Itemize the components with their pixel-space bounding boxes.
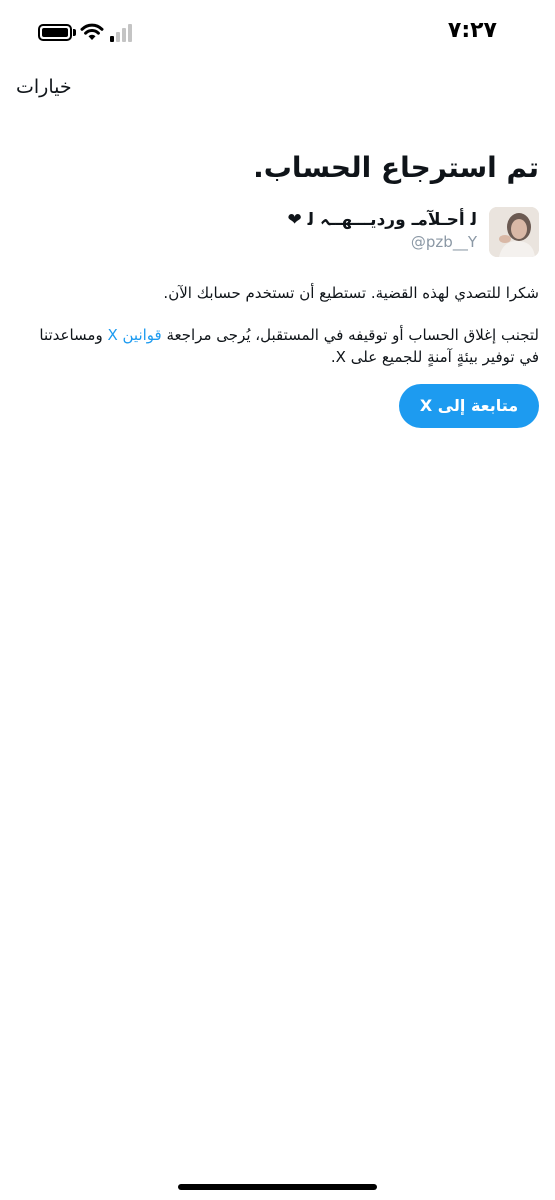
status-time: ٧:٢٧ (447, 18, 497, 43)
battery-nub (73, 29, 76, 36)
options-button[interactable]: خيارات (16, 76, 72, 98)
page-title: تم استرجاع الحساب. (253, 151, 539, 184)
profile-card: ﻟ أحـلآمـ ورديـــهــہ ﻟ ❤ @pzb__Y (16, 207, 539, 267)
profile-handle: @pzb__Y (410, 233, 477, 252)
status-bar: ٧:٢٧ (0, 0, 555, 62)
profile-name: ﻟ أحـلآمـ ورديـــهــہ ﻟ ❤ (287, 210, 477, 231)
wifi-icon (80, 23, 104, 40)
success-message: شكرا للتصدي لهذه القضية. تستطيع أن تستخد… (163, 284, 539, 303)
rules-message-text: لتجنب إغلاق الحساب أو توقيفه في المستقبل… (161, 325, 540, 344)
avatar-image (489, 207, 539, 258)
main-content: تم استرجاع الحساب. ﻟ أحـلآمـ ورديـــهــہ… (16, 140, 539, 429)
rules-message: لتجنب إغلاق الحساب أو توقيفه في المستقبل… (16, 325, 539, 369)
rules-link[interactable]: قوانين X (107, 326, 161, 344)
avatar (489, 207, 539, 258)
battery-icon (38, 24, 72, 41)
continue-button[interactable]: متابعة إلى X (399, 384, 539, 429)
signal-icon (110, 24, 136, 42)
home-indicator[interactable] (178, 1184, 377, 1190)
